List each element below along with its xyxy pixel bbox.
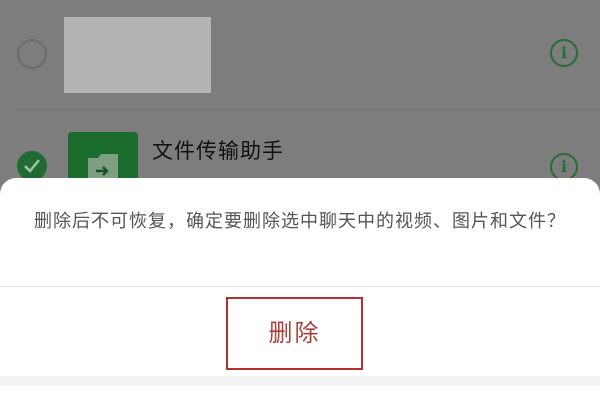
sheet-bottom-strip: [0, 376, 600, 386]
contact-name: 文件传输助手: [152, 139, 284, 163]
screen: i 文件传输助手 i 删除后不可恢复，确定要删除选中聊天中的视频、图片和文件？: [0, 0, 600, 400]
select-radio-unchecked[interactable]: [17, 39, 47, 69]
blank-avatar-placeholder: [64, 17, 211, 93]
delete-button[interactable]: 删除: [226, 297, 363, 370]
info-icon[interactable]: i: [550, 153, 578, 181]
info-icon[interactable]: i: [550, 39, 578, 67]
checkmark-icon: [24, 159, 40, 173]
chat-list-item[interactable]: i: [0, 0, 600, 110]
confirm-message: 删除后不可恢复，确定要删除选中聊天中的视频、图片和文件？: [34, 211, 566, 232]
sheet-divider: [0, 286, 600, 287]
row-divider: [16, 109, 600, 110]
confirm-delete-sheet: 删除后不可恢复，确定要删除选中聊天中的视频、图片和文件？ 删除: [0, 178, 600, 400]
select-radio-checked[interactable]: [17, 151, 47, 181]
